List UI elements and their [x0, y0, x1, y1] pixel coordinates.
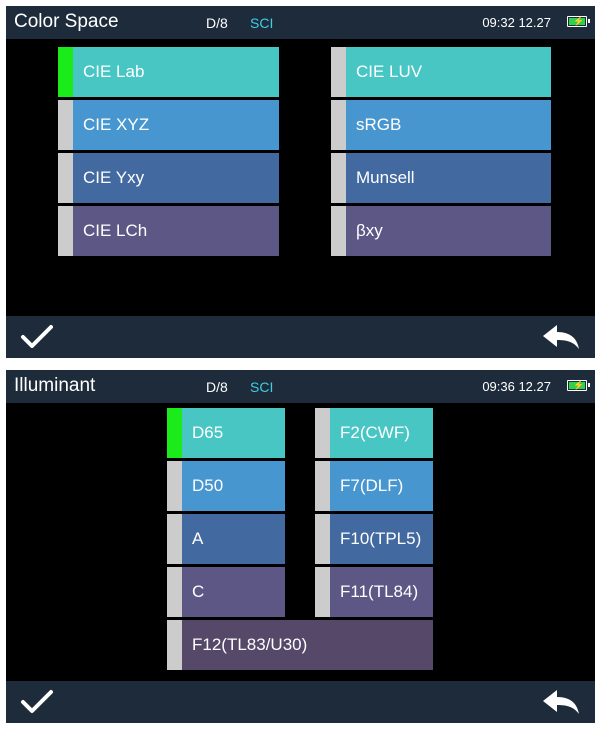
bottom-bar: [6, 681, 595, 723]
option-label: F10(TPL5): [340, 529, 422, 548]
option-indicator: [315, 408, 330, 458]
option-label: C: [192, 582, 205, 601]
option-indicator: [167, 514, 182, 564]
option-cie-lab[interactable]: CIE Lab: [58, 47, 279, 97]
option-label: CIE Yxy: [83, 168, 145, 187]
option-indicator: [58, 206, 73, 256]
option-indicator: [167, 620, 182, 670]
specular-mode-label: SCI: [250, 15, 274, 31]
geometry-mode-label: D/8: [206, 15, 228, 31]
option-indicator: [331, 100, 346, 150]
back-arrow-icon[interactable]: [541, 689, 581, 715]
illuminant-screen: Illuminant D/8 SCI 09:36 12.27 ⚡ D65 D50…: [6, 370, 595, 723]
option-munsell[interactable]: Munsell: [331, 153, 551, 203]
option-label: D65: [192, 423, 224, 442]
clock: 09:36 12.27: [482, 379, 551, 394]
option-beta-xy[interactable]: βxy: [331, 206, 551, 256]
option-label: CIE XYZ: [83, 115, 150, 134]
option-indicator: [58, 100, 73, 150]
option-f2-cwf[interactable]: F2(CWF): [315, 408, 433, 458]
battery-charging-icon: ⚡: [567, 16, 590, 27]
option-c[interactable]: C: [167, 567, 285, 617]
option-d65[interactable]: D65: [167, 408, 285, 458]
back-arrow-icon[interactable]: [541, 324, 581, 350]
option-indicator: [58, 153, 73, 203]
status-bar: Color Space D/8 SCI 09:32 12.27 ⚡: [6, 6, 595, 39]
checkmark-icon[interactable]: [20, 324, 54, 350]
option-cie-luv[interactable]: CIE LUV: [331, 47, 551, 97]
option-label: CIE Lab: [83, 62, 145, 81]
option-label: CIE LUV: [356, 62, 423, 81]
option-indicator: [315, 461, 330, 511]
selected-indicator: [167, 408, 182, 458]
screen-title: Illuminant: [14, 375, 96, 396]
option-indicator: [315, 514, 330, 564]
bottom-bar: [6, 316, 595, 358]
color-space-screen: Color Space D/8 SCI 09:32 12.27 ⚡ CIE La…: [6, 6, 595, 358]
option-f7-dlf[interactable]: F7(DLF): [315, 461, 433, 511]
option-label: CIE LCh: [83, 221, 148, 240]
option-label: F12(TL83/U30): [192, 635, 308, 654]
option-indicator: [331, 153, 346, 203]
selected-indicator: [58, 47, 73, 97]
option-label: sRGB: [356, 115, 402, 134]
option-cie-lch[interactable]: CIE LCh: [58, 206, 279, 256]
option-f11-tl84[interactable]: F11(TL84): [315, 567, 433, 617]
option-a[interactable]: A: [167, 514, 285, 564]
option-indicator: [315, 567, 330, 617]
option-label: D50: [192, 476, 224, 495]
option-indicator: [167, 567, 182, 617]
option-f12-tl83-u30[interactable]: F12(TL83/U30): [167, 620, 433, 670]
option-indicator: [331, 47, 346, 97]
option-indicator: [331, 206, 346, 256]
option-label: F11(TL84): [340, 582, 419, 601]
checkmark-icon[interactable]: [20, 689, 54, 715]
option-srgb[interactable]: sRGB: [331, 100, 551, 150]
option-label: Munsell: [356, 168, 415, 187]
option-label: A: [192, 529, 204, 548]
option-d50[interactable]: D50: [167, 461, 285, 511]
option-label: βxy: [356, 221, 383, 240]
option-f10-tpl5[interactable]: F10(TPL5): [315, 514, 433, 564]
battery-charging-icon: ⚡: [567, 380, 590, 391]
option-indicator: [167, 461, 182, 511]
option-label: F2(CWF): [340, 423, 410, 442]
clock: 09:32 12.27: [482, 15, 551, 30]
option-cie-yxy[interactable]: CIE Yxy: [58, 153, 279, 203]
status-bar: Illuminant D/8 SCI 09:36 12.27 ⚡: [6, 370, 595, 403]
option-cie-xyz[interactable]: CIE XYZ: [58, 100, 279, 150]
geometry-mode-label: D/8: [206, 379, 228, 395]
option-label: F7(DLF): [340, 476, 404, 495]
specular-mode-label: SCI: [250, 379, 274, 395]
screen-title: Color Space: [14, 11, 119, 32]
